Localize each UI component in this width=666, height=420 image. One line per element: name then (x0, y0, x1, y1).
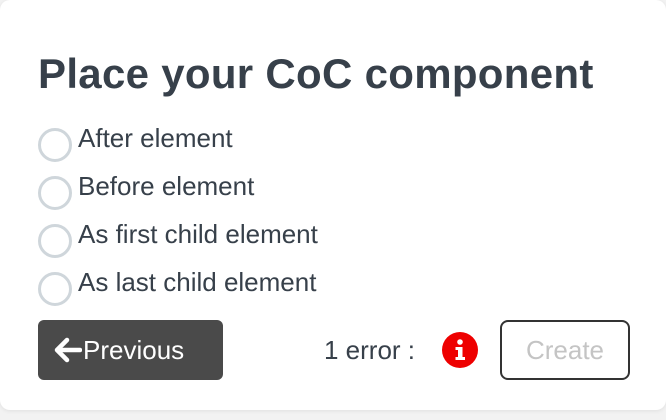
option-label: Before element (78, 170, 255, 201)
option-label: After element (78, 122, 233, 153)
option-after-element[interactable]: After element (38, 116, 318, 164)
create-button[interactable]: Create (500, 320, 630, 380)
radio-button[interactable] (38, 176, 72, 210)
previous-button[interactable]: Previous (38, 320, 223, 380)
radio-button[interactable] (38, 128, 72, 162)
option-label: As first child element (78, 218, 318, 249)
placement-options: After element Before element As first ch… (38, 116, 318, 308)
error-count: 1 error : (324, 335, 416, 365)
option-label: As last child element (78, 266, 317, 297)
radio-button[interactable] (38, 272, 72, 306)
option-last-child[interactable]: As last child element (38, 260, 318, 308)
option-before-element[interactable]: Before element (38, 164, 318, 212)
arrow-left-icon (54, 337, 82, 363)
placement-dialog: Place your CoC component After element B… (0, 0, 666, 410)
dialog-footer: Previous 1 error : Create (38, 320, 630, 380)
option-first-child[interactable]: As first child element (38, 212, 318, 260)
create-label: Create (525, 334, 605, 365)
radio-button[interactable] (38, 224, 72, 258)
info-icon[interactable] (442, 332, 478, 368)
previous-label: Previous (83, 334, 185, 365)
dialog-title: Place your CoC component (38, 50, 594, 97)
